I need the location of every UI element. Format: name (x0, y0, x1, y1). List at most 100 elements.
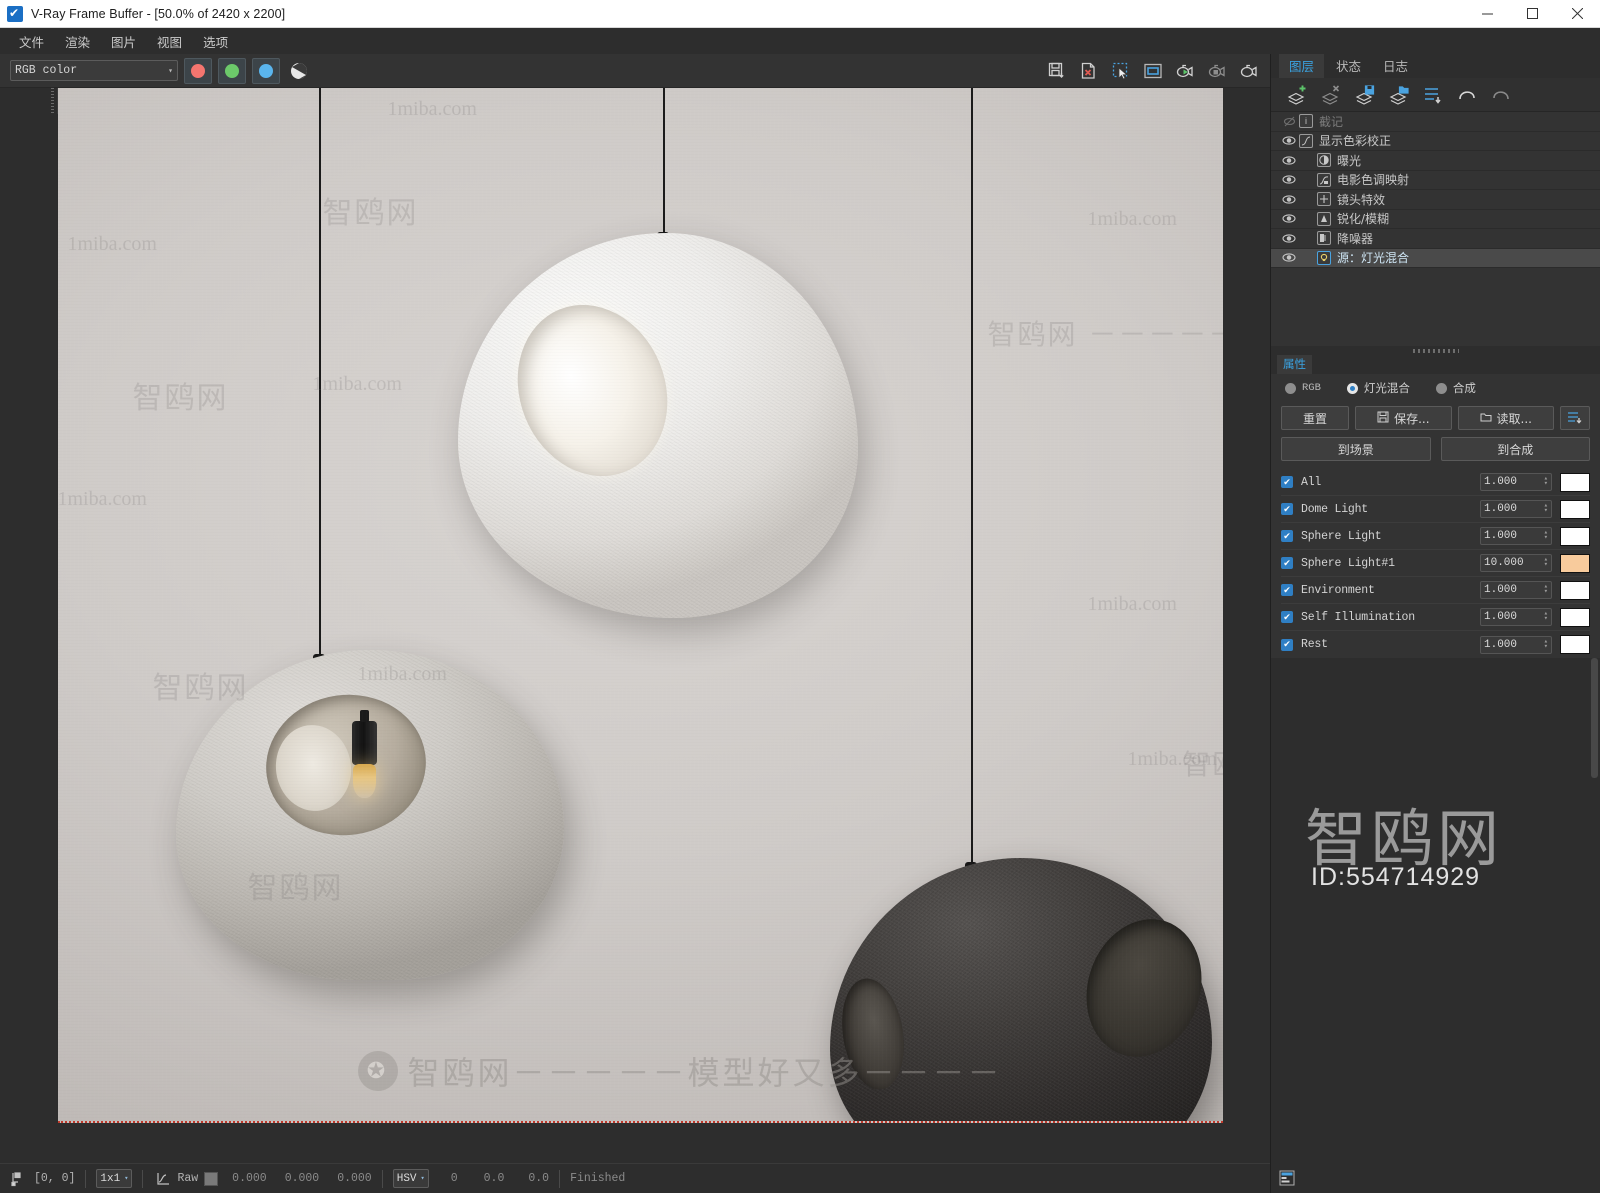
light-multiplier-input[interactable]: 1.000 ▴ ▾ (1480, 608, 1552, 626)
clear-image-icon[interactable] (1074, 57, 1104, 85)
render-icon[interactable] (1234, 57, 1264, 85)
minimize-button[interactable] (1465, 0, 1510, 28)
to-composite-button[interactable]: 到合成 (1440, 437, 1590, 461)
layer-list-icon[interactable] (1417, 81, 1449, 109)
red-channel-button[interactable] (184, 57, 212, 84)
reset-button[interactable]: 重置 (1281, 406, 1350, 430)
enable-checkbox[interactable]: ✔ (1281, 557, 1293, 569)
eye-icon[interactable] (1279, 213, 1299, 224)
spinner-arrows-icon[interactable]: ▴ ▾ (1544, 611, 1548, 623)
mode-light-mix[interactable]: 灯光混合 (1346, 380, 1410, 396)
channel-select[interactable]: RGB color ▾ (10, 60, 178, 81)
mode-rgb[interactable]: RGB (1285, 382, 1321, 394)
tab-status[interactable]: 状态 (1326, 54, 1371, 78)
menu-render[interactable]: 渲染 (56, 29, 99, 54)
maximize-button[interactable] (1510, 0, 1555, 28)
eye-icon[interactable] (1279, 174, 1299, 185)
layer-row-exposure[interactable]: 曝光 (1271, 151, 1600, 171)
rendered-image[interactable]: 1miba.com 1miba.com 1miba.com 1miba.com … (57, 88, 1223, 1123)
mode-composite[interactable]: 合成 (1435, 380, 1476, 396)
eye-off-icon[interactable] (1279, 115, 1299, 128)
spinner-arrows-icon[interactable]: ▴ ▾ (1544, 557, 1548, 569)
properties-scrollbar[interactable] (1591, 658, 1598, 778)
light-color-swatch[interactable] (1560, 472, 1590, 492)
light-multiplier-input[interactable]: 1.000 ▴ ▾ (1480, 500, 1552, 518)
light-color-swatch[interactable] (1560, 526, 1590, 546)
color-mode-select[interactable]: HSV ▾ (392, 1169, 429, 1188)
light-multiplier-input[interactable]: 10.000 ▴ ▾ (1480, 554, 1552, 572)
green-channel-button[interactable] (218, 57, 246, 84)
close-button[interactable] (1555, 0, 1600, 28)
light-color-swatch[interactable] (1560, 580, 1590, 600)
spinner-arrows-icon[interactable]: ▴ ▾ (1544, 530, 1548, 542)
light-mix-row-all[interactable]: ✔ All 1.000 ▴ ▾ (1281, 469, 1590, 496)
to-scene-button[interactable]: 到场景 (1281, 437, 1431, 461)
menu-file[interactable]: 文件 (10, 29, 53, 54)
light-multiplier-input[interactable]: 1.000 ▴ ▾ (1480, 527, 1552, 545)
undo-icon[interactable] (1451, 81, 1483, 109)
layer-list-empty-space[interactable] (1271, 268, 1600, 346)
layer-row-denoiser[interactable]: 降噪器 (1271, 229, 1600, 249)
eye-icon[interactable] (1279, 194, 1299, 205)
tab-layers[interactable]: 图层 (1279, 54, 1325, 78)
load-button[interactable]: 读取... (1457, 406, 1555, 430)
pixel-probe-icon[interactable] (8, 1169, 28, 1189)
stop-render-icon[interactable] (1202, 57, 1232, 85)
light-color-swatch[interactable] (1560, 607, 1590, 627)
layer-row-lens-effects[interactable]: 镜头特效 (1271, 190, 1600, 210)
layer-row-tonemap[interactable]: 电影色调映射 (1271, 171, 1600, 190)
region-render-icon[interactable] (1138, 57, 1168, 85)
layer-row-note[interactable]: i 截记 (1271, 112, 1600, 132)
delete-layer-icon[interactable] (1315, 81, 1347, 109)
enable-checkbox[interactable]: ✔ (1281, 611, 1293, 623)
render-last-icon[interactable] (1170, 57, 1200, 85)
light-color-swatch[interactable] (1560, 635, 1590, 654)
light-multiplier-input[interactable]: 1.000 ▴ ▾ (1480, 581, 1552, 599)
region-select-icon[interactable] (1106, 57, 1136, 85)
save-button[interactable]: 保存... (1355, 406, 1452, 430)
eye-icon[interactable] (1279, 155, 1299, 166)
light-color-swatch[interactable] (1560, 499, 1590, 519)
light-multiplier-input[interactable]: 1.000 ▴ ▾ (1480, 635, 1552, 654)
enable-checkbox[interactable]: ✔ (1281, 503, 1293, 515)
sample-size-select[interactable]: 1x1 ▾ (96, 1169, 133, 1188)
layer-row-sharpen-blur[interactable]: 锐化/模糊 (1271, 210, 1600, 229)
redo-icon[interactable] (1485, 81, 1517, 109)
light-mix-row-rest[interactable]: ✔ Rest 1.000 ▴ ▾ (1281, 631, 1590, 658)
light-mix-row-dome-light[interactable]: ✔ Dome Light 1.000 ▴ ▾ (1281, 496, 1590, 523)
spinner-arrows-icon[interactable]: ▴ ▾ (1544, 638, 1548, 650)
layer-row-color-correction[interactable]: 显示色彩校正 (1271, 132, 1600, 151)
tab-log[interactable]: 日志 (1373, 54, 1418, 78)
alpha-channel-icon[interactable] (290, 62, 308, 80)
panel-toggle-icon[interactable] (1277, 1168, 1297, 1188)
spinner-arrows-icon[interactable]: ▴ ▾ (1544, 503, 1548, 515)
save-layer-icon[interactable] (1349, 81, 1381, 109)
eye-icon[interactable] (1279, 233, 1299, 244)
enable-checkbox[interactable]: ✔ (1281, 530, 1293, 542)
eye-icon[interactable] (1279, 135, 1299, 146)
tab-properties[interactable]: 属性 (1277, 355, 1312, 374)
light-multiplier-input[interactable]: 1.000 ▴ ▾ (1480, 473, 1552, 491)
light-mix-row-environment[interactable]: ✔ Environment 1.000 ▴ ▾ (1281, 577, 1590, 604)
panel-splitter[interactable] (1271, 346, 1600, 356)
blue-channel-button[interactable] (252, 57, 280, 84)
enable-checkbox[interactable]: ✔ (1281, 638, 1293, 651)
light-color-swatch[interactable] (1560, 553, 1590, 573)
menu-image[interactable]: 图片 (102, 29, 145, 54)
menu-options[interactable]: 选项 (194, 29, 237, 54)
add-layer-icon[interactable] (1281, 81, 1313, 109)
render-canvas-area[interactable]: 1miba.com 1miba.com 1miba.com 1miba.com … (0, 88, 1270, 1163)
save-image-icon[interactable] (1042, 57, 1072, 85)
load-layer-icon[interactable] (1383, 81, 1415, 109)
spinner-arrows-icon[interactable]: ▴ ▾ (1544, 584, 1548, 596)
light-mix-row-sphere-light[interactable]: ✔ Sphere Light 1.000 ▴ ▾ (1281, 523, 1590, 550)
eye-icon[interactable] (1279, 252, 1299, 263)
left-splitter[interactable] (47, 88, 58, 114)
options-list-button[interactable] (1560, 406, 1591, 430)
enable-checkbox[interactable]: ✔ (1281, 476, 1293, 488)
spinner-arrows-icon[interactable]: ▴ ▾ (1544, 476, 1548, 488)
layer-row-lightmix-source[interactable]: 源：灯光混合 (1271, 248, 1600, 268)
light-mix-row-sphere-light-1[interactable]: ✔ Sphere Light#1 10.000 ▴ ▾ (1281, 550, 1590, 577)
enable-checkbox[interactable]: ✔ (1281, 584, 1293, 596)
light-mix-row-self-illumination[interactable]: ✔ Self Illumination 1.000 ▴ ▾ (1281, 604, 1590, 631)
